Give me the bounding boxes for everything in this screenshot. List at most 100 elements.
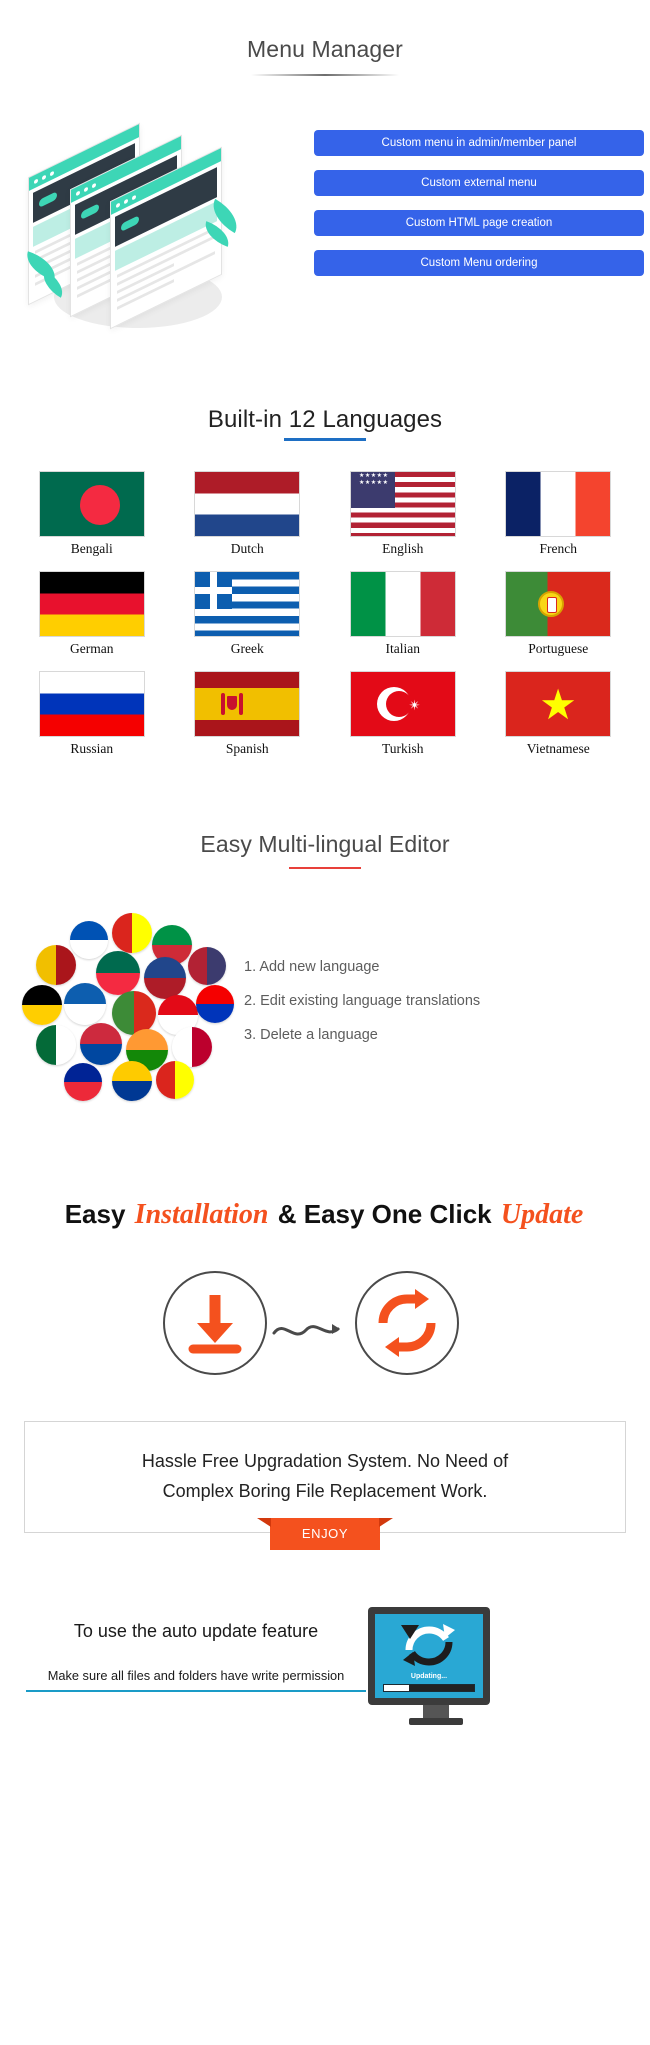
language-item-german[interactable]: German <box>14 571 170 657</box>
portuguese-flag <box>505 571 612 637</box>
language-label: French <box>539 541 578 556</box>
language-label: Russian <box>70 741 114 756</box>
install-title-installation: Installation <box>134 1199 269 1230</box>
install-title-part1: Easy <box>64 1199 133 1229</box>
install-title-part2: & Easy One Click <box>270 1199 499 1229</box>
download-icon-circle <box>163 1271 267 1375</box>
footer-heading: To use the auto update feature <box>73 1621 319 1641</box>
monitor-frame: Updating... <box>368 1607 490 1705</box>
auto-update-footer-section: To use the auto update feature Make sure… <box>0 1607 650 1767</box>
language-label: Spanish <box>225 741 269 756</box>
install-title: Easy Installation & Easy One Click Updat… <box>0 1199 650 1231</box>
install-title-update: Update <box>500 1199 584 1230</box>
enjoy-ribbon: ENJOY <box>257 1518 393 1550</box>
editor-body: 1. Add new language 2. Edit existing lan… <box>0 911 650 1121</box>
language-item-vietnamese[interactable]: ★ Vietnamese <box>481 671 637 757</box>
english-flag <box>349 471 456 537</box>
languages-section: Built-in 12 Languages Bengali Dutch Engl… <box>0 406 650 757</box>
monitor-screen: Updating... <box>375 1614 483 1698</box>
flag-bubble <box>36 945 76 985</box>
flag-bubble <box>64 1063 102 1101</box>
flag-cluster-illustration <box>16 911 240 1115</box>
flag-bubble <box>112 1061 152 1101</box>
upgrade-line-1: Hassle Free Upgradation System. No Need … <box>141 1451 509 1471</box>
editor-underline <box>289 867 361 869</box>
spanish-flag <box>194 671 301 737</box>
list-item: 1. Add new language <box>244 959 380 975</box>
vietnamese-flag: ★ <box>505 671 612 737</box>
menu-manager-section: Menu Manager Custom menu in admin/member… <box>0 0 650 348</box>
language-item-greek[interactable]: Greek <box>170 571 326 657</box>
feature-button-menu-ordering[interactable]: Custom Menu ordering <box>314 250 644 276</box>
monitor-stand <box>423 1705 449 1718</box>
squiggle-arrow-icon <box>272 1324 340 1336</box>
feature-button-html-page[interactable]: Custom HTML page creation <box>314 210 644 236</box>
browser-windows-illustration <box>21 122 245 340</box>
french-flag <box>505 471 612 537</box>
install-icon-row <box>0 1265 650 1385</box>
flag-grid: Bengali Dutch English French German Gree… <box>0 441 650 757</box>
footer-text-block: To use the auto update feature Make sure… <box>26 1621 366 1692</box>
progress-bar <box>383 1684 475 1692</box>
list-item: 2. Edit existing language translations <box>244 993 481 1009</box>
flag-bubble <box>80 1023 122 1065</box>
footer-subtext: Make sure all files and folders have wri… <box>26 1668 366 1692</box>
title-divider <box>251 74 399 76</box>
greek-flag <box>194 571 301 637</box>
language-item-spanish[interactable]: Spanish <box>170 671 326 757</box>
flag-bubble <box>96 951 140 995</box>
dutch-flag <box>194 471 301 537</box>
monitor-illustration: Updating... <box>368 1607 504 1725</box>
enjoy-button[interactable]: ENJOY <box>270 1518 380 1550</box>
italian-flag <box>349 571 456 637</box>
language-item-french[interactable]: French <box>481 471 637 557</box>
language-item-bengali[interactable]: Bengali <box>14 471 170 557</box>
language-label: Dutch <box>230 541 264 556</box>
turkish-flag: ✴ <box>349 671 456 737</box>
flag-bubble <box>22 985 62 1025</box>
download-icon <box>188 1295 242 1354</box>
editor-section: Easy Multi-lingual Editor 1. Add new lan… <box>0 831 650 1121</box>
language-item-turkish[interactable]: ✴ Turkish <box>325 671 481 757</box>
monitor-status-label: Updating... <box>410 1673 448 1680</box>
language-label: English <box>382 541 424 556</box>
language-label: Vietnamese <box>526 741 590 756</box>
flag-bubble <box>188 947 226 985</box>
language-item-portuguese[interactable]: Portuguese <box>481 571 637 657</box>
flag-bubble <box>36 1025 76 1065</box>
german-flag <box>38 571 145 637</box>
language-label: Greek <box>230 641 264 656</box>
page-title: Menu Manager <box>247 36 403 62</box>
upgrade-info-box: Hassle Free Upgradation System. No Need … <box>24 1421 626 1550</box>
flag-bubble <box>70 921 108 959</box>
bengali-flag <box>38 471 145 537</box>
monitor-base <box>409 1718 463 1725</box>
install-update-section: Easy Installation & Easy One Click Updat… <box>0 1199 650 1550</box>
feature-button-external-menu[interactable]: Custom external menu <box>314 170 644 196</box>
languages-title: Built-in 12 Languages <box>207 406 443 433</box>
flag-bubble <box>196 985 234 1023</box>
russian-flag <box>38 671 145 737</box>
language-item-dutch[interactable]: Dutch <box>170 471 326 557</box>
language-item-english[interactable]: English <box>325 471 481 557</box>
editor-feature-list: 1. Add new language 2. Edit existing lan… <box>244 959 480 1061</box>
ribbon-tail-left <box>257 1518 271 1527</box>
refresh-icon <box>401 1624 455 1666</box>
upgrade-line-2: Complex Boring File Replacement Work. <box>162 1481 488 1501</box>
flag-bubble <box>112 913 152 953</box>
refresh-icon-circle <box>355 1271 459 1375</box>
language-item-russian[interactable]: Russian <box>14 671 170 757</box>
flag-bubble <box>144 957 186 999</box>
flag-bubble <box>64 983 106 1025</box>
language-label: Bengali <box>70 541 113 556</box>
editor-title: Easy Multi-lingual Editor <box>200 831 450 857</box>
language-label: German <box>70 641 114 656</box>
language-label: Italian <box>385 641 420 656</box>
ribbon-tail-right <box>379 1518 393 1527</box>
language-item-italian[interactable]: Italian <box>325 571 481 657</box>
list-item: 3. Delete a language <box>244 1027 378 1043</box>
feature-button-list: Custom menu in admin/member panel Custom… <box>314 130 644 290</box>
feature-button-admin-menu[interactable]: Custom menu in admin/member panel <box>314 130 644 156</box>
refresh-icon <box>378 1289 436 1357</box>
flag-bubble <box>156 1061 194 1099</box>
